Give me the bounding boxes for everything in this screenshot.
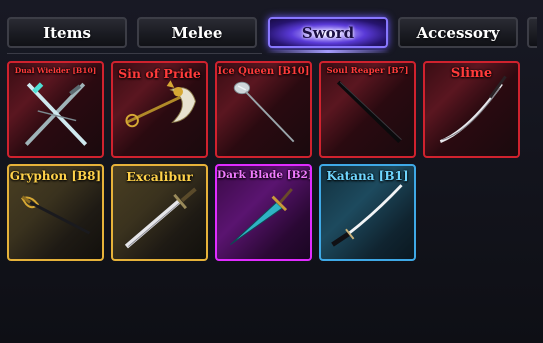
tab-overflow-edge[interactable] — [527, 17, 537, 48]
item-card-slime[interactable]: Slime — [423, 61, 520, 158]
item-card-dark-blade[interactable]: Dark Blade [B2] — [215, 164, 312, 261]
tab-melee-label: Melee — [171, 23, 223, 42]
item-card-excalibur[interactable]: Excalibur — [111, 164, 208, 261]
item-name: Dual Wielder [B10] — [14, 66, 97, 75]
item-name: Soul Reaper [B7] — [326, 66, 409, 76]
tabs-divider — [7, 53, 262, 54]
inventory-panel: Items Melee Sword Accessory Dual Wielder… — [0, 0, 543, 343]
item-name: Dark Blade [B2] — [217, 169, 312, 181]
item-name: Excalibur — [126, 169, 193, 184]
dark-staff-icon — [336, 80, 402, 143]
item-name: Katana [B1] — [326, 169, 409, 183]
tab-sword-label: Sword — [301, 23, 355, 42]
dual-swords-icon — [24, 82, 88, 146]
item-card-katana[interactable]: Katana [B1] — [319, 164, 416, 261]
item-card-soul-reaper[interactable]: Soul Reaper [B7] — [319, 61, 416, 158]
tab-sword[interactable]: Sword — [268, 17, 388, 48]
item-name: Slime — [450, 66, 493, 81]
active-tab-glow — [266, 50, 390, 53]
tab-accessory-label: Accessory — [416, 23, 500, 42]
tab-accessory[interactable]: Accessory — [398, 17, 518, 48]
item-card-dual-wielder[interactable]: Dual Wielder [B10] — [7, 61, 104, 158]
item-card-sin-of-pride[interactable]: Sin of Pride — [111, 61, 208, 158]
tab-items-label: Items — [43, 23, 91, 42]
item-name: Sin of Pride — [118, 66, 201, 81]
item-card-ice-queen[interactable]: Ice Queen [B10] — [215, 61, 312, 158]
item-name: Gryphon [B8] — [9, 169, 102, 183]
tab-melee[interactable]: Melee — [137, 17, 257, 48]
item-name: Ice Queen [B10] — [217, 66, 310, 77]
tab-items[interactable]: Items — [7, 17, 127, 48]
item-card-gryphon[interactable]: Gryphon [B8] — [7, 164, 104, 261]
